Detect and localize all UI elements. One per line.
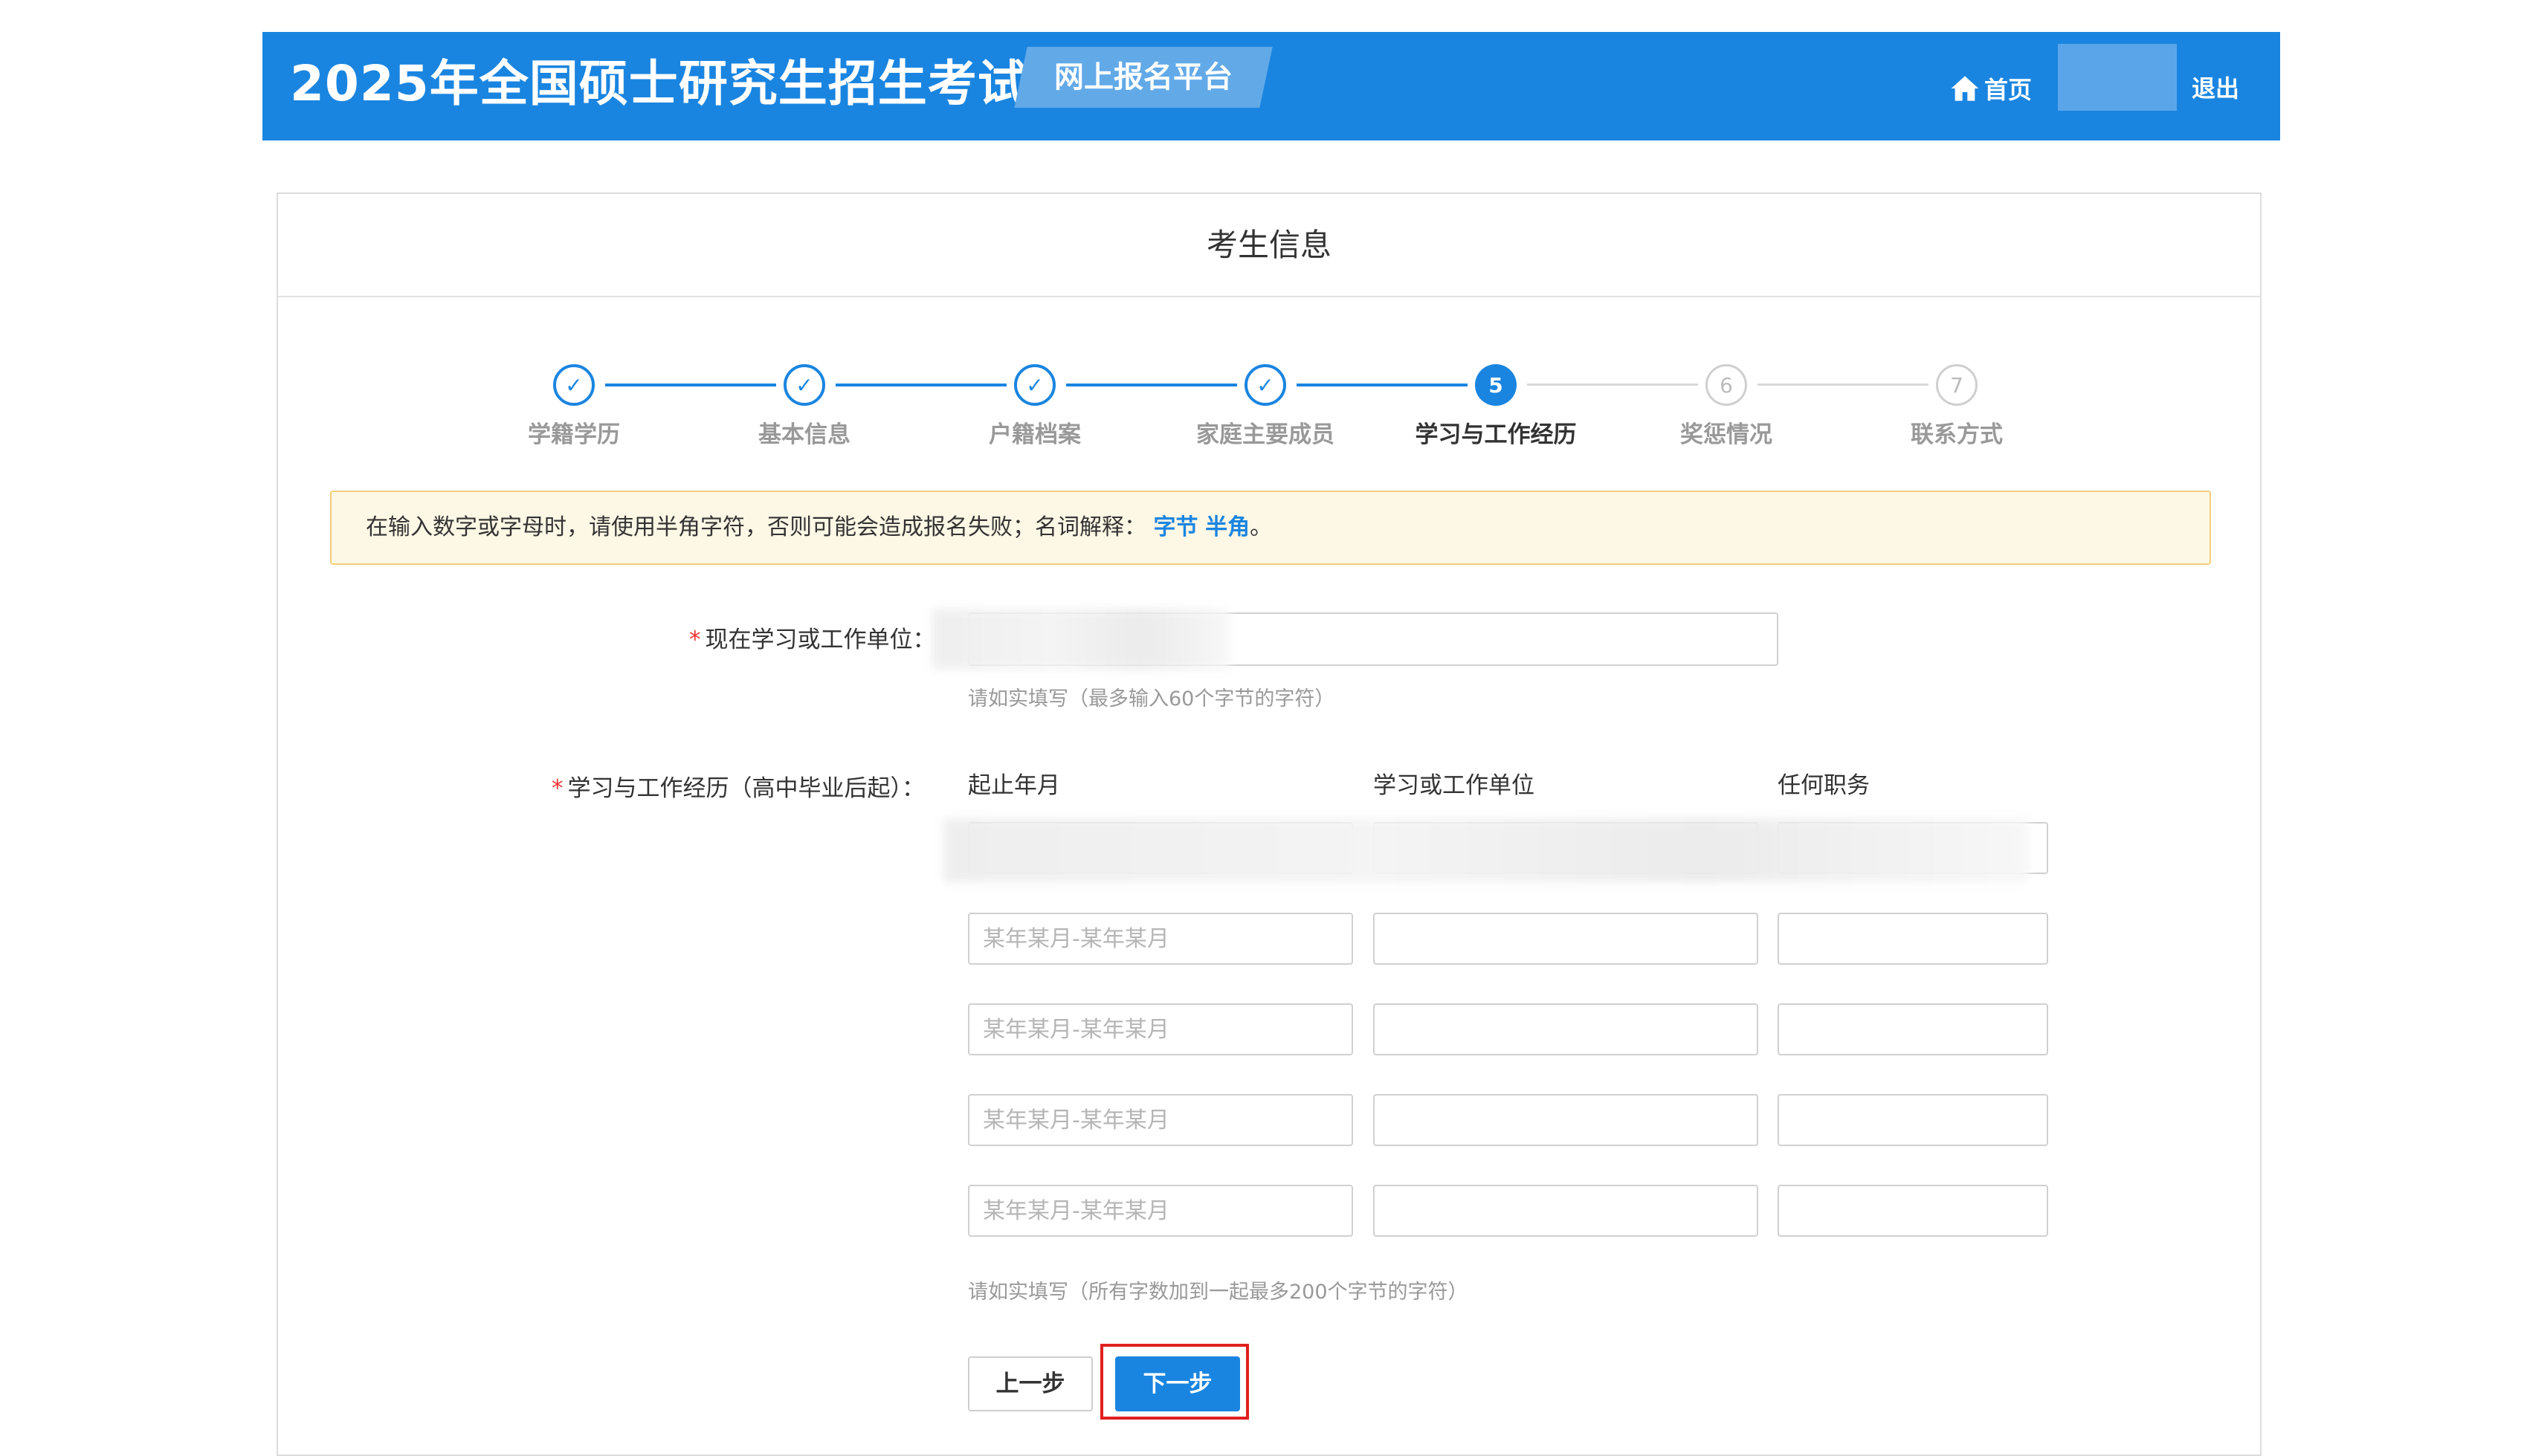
experience-label-text: 学习与工作经历（高中毕业后起）： bbox=[567, 775, 926, 802]
current-unit-label: * 现在学习或工作单位： bbox=[689, 621, 936, 654]
experience-label: * 学习与工作经历（高中毕业后起）： bbox=[552, 769, 925, 803]
unit-input[interactable] bbox=[1373, 1003, 1758, 1055]
column-period: 起止年月 bbox=[968, 772, 1060, 799]
next-step-button[interactable]: 下一步 bbox=[1115, 1356, 1240, 1411]
column-position: 任何职务 bbox=[1778, 772, 1870, 799]
experience-hint: 请如实填写（所有字数加到一起最多200个字节的字符） bbox=[968, 1281, 1468, 1304]
home-icon bbox=[1951, 76, 1979, 101]
step-connector bbox=[1297, 384, 1468, 386]
step-label-education: 学籍学历 bbox=[528, 421, 620, 448]
platform-badge-label: 网上报名平台 bbox=[1054, 60, 1233, 94]
step-3-check-icon: ✓ bbox=[1014, 364, 1056, 406]
position-input[interactable] bbox=[1778, 1003, 2048, 1055]
current-unit-label-text: 现在学习或工作单位： bbox=[705, 627, 936, 653]
notice-suffix: 。 bbox=[1250, 514, 1273, 540]
exam-title: 2025年全国硕士研究生招生考试 bbox=[290, 55, 1027, 112]
prev-step-button[interactable]: 上一步 bbox=[968, 1356, 1093, 1411]
period-input[interactable] bbox=[968, 913, 1353, 965]
step-label-basic-info: 基本信息 bbox=[758, 421, 850, 448]
position-input[interactable] bbox=[1778, 1094, 2048, 1146]
top-header: 2025年全国硕士研究生招生考试 网上报名平台 首页 退出 bbox=[262, 32, 2280, 140]
redacted-row bbox=[943, 818, 2029, 882]
notice-text: 在输入数字或字母时，请使用半角字符，否则可能会造成报名失败；名词解释： bbox=[366, 514, 1146, 540]
home-link[interactable]: 首页 bbox=[1950, 71, 2032, 106]
column-unit: 学习或工作单位 bbox=[1373, 772, 1534, 799]
step-connector bbox=[1527, 384, 1698, 386]
period-input[interactable] bbox=[968, 1094, 1353, 1146]
period-input[interactable] bbox=[968, 1185, 1353, 1237]
position-input[interactable] bbox=[1778, 1185, 2048, 1237]
card-title: 考生信息 bbox=[278, 194, 2260, 297]
step-label-household: 户籍档案 bbox=[989, 421, 1081, 448]
candidate-info-card: 考生信息 ✓ ✓ ✓ ✓ 5 6 7 学籍学历 基本信息 户籍档案 家庭主要成员… bbox=[277, 192, 2262, 1456]
period-input[interactable] bbox=[968, 1003, 1353, 1055]
step-6-number: 6 bbox=[1705, 364, 1747, 406]
home-link-label: 首页 bbox=[1984, 76, 2033, 104]
required-mark: * bbox=[552, 775, 564, 802]
current-unit-hint: 请如实填写（最多输入60个字节的字符） bbox=[968, 687, 1335, 711]
bytes-link[interactable]: 字节 bbox=[1154, 514, 1198, 540]
step-label-contact: 联系方式 bbox=[1911, 421, 2003, 448]
unit-input[interactable] bbox=[1373, 913, 1758, 965]
step-connector bbox=[836, 384, 1007, 386]
notice-banner: 在输入数字或字母时，请使用半角字符，否则可能会造成报名失败；名词解释： 字节 半… bbox=[330, 491, 2211, 565]
step-7-number: 7 bbox=[1936, 364, 1978, 406]
user-name-redacted bbox=[2058, 44, 2177, 111]
redacted-value bbox=[932, 609, 1230, 670]
step-4-check-icon: ✓ bbox=[1245, 364, 1286, 406]
step-label-family: 家庭主要成员 bbox=[1196, 421, 1334, 448]
step-2-check-icon: ✓ bbox=[784, 364, 825, 406]
step-connector bbox=[1757, 384, 1928, 386]
step-1-check-icon: ✓ bbox=[553, 364, 595, 406]
required-mark: * bbox=[689, 627, 701, 653]
logout-link[interactable]: 退出 bbox=[2192, 71, 2239, 106]
position-input[interactable] bbox=[1778, 913, 2048, 965]
unit-input[interactable] bbox=[1373, 1185, 1758, 1237]
step-5-number: 5 bbox=[1475, 364, 1517, 406]
step-label-experience: 学习与工作经历 bbox=[1415, 421, 1577, 448]
step-connector bbox=[1066, 384, 1237, 386]
halfwidth-link[interactable]: 半角 bbox=[1205, 514, 1250, 540]
step-connector bbox=[605, 384, 776, 386]
platform-badge: 网上报名平台 bbox=[1014, 47, 1273, 108]
step-label-awards: 奖惩情况 bbox=[1680, 421, 1772, 448]
unit-input[interactable] bbox=[1373, 1094, 1758, 1146]
